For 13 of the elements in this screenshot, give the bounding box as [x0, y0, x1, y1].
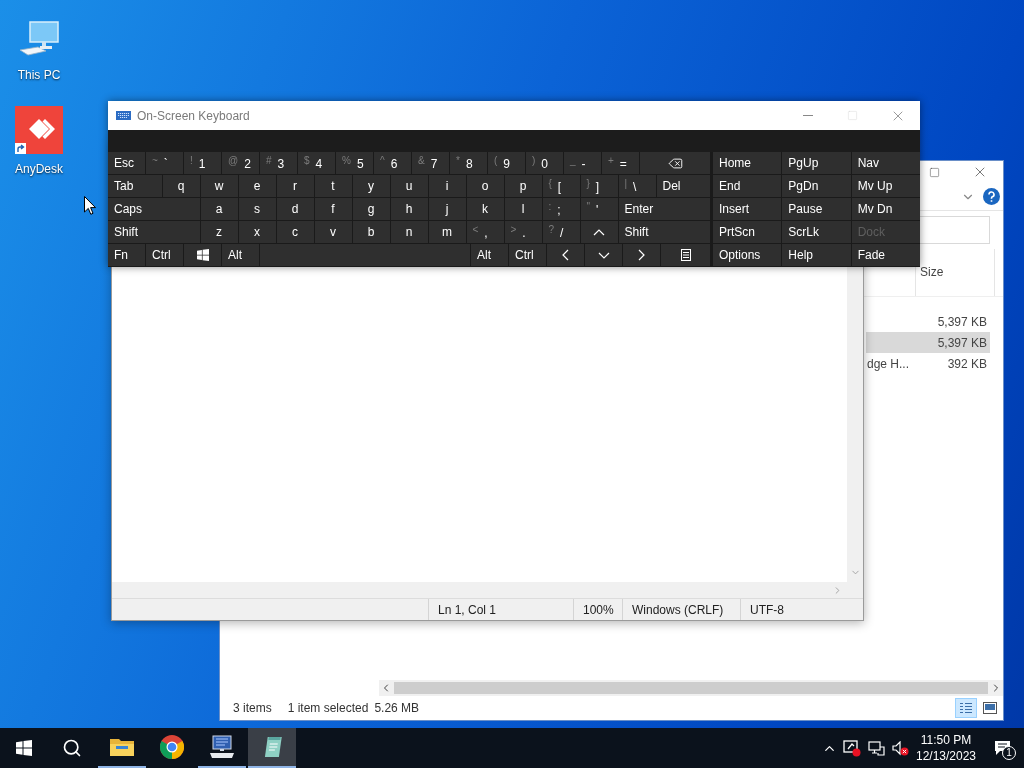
size-cell-text: 5,397 KB: [936, 334, 988, 352]
size-cell-text: 5,397 KB: [936, 313, 988, 331]
notification-count: 1: [1002, 746, 1016, 760]
table-cell-text: dge H...: [866, 355, 910, 373]
status-text: 100%: [573, 599, 622, 620]
status-text: Windows (CRLF): [622, 599, 740, 620]
status-text: 3 items: [233, 700, 272, 717]
size-cell-text: 392 KB: [946, 355, 988, 373]
status-text: 1 item selected: [287, 700, 369, 717]
status-text: 5.26 MB: [374, 700, 420, 717]
status-text: UTF-8: [740, 599, 863, 620]
status-text: Ln 1, Col 1: [428, 599, 573, 620]
window-title: On-Screen Keyboard: [137, 107, 250, 125]
